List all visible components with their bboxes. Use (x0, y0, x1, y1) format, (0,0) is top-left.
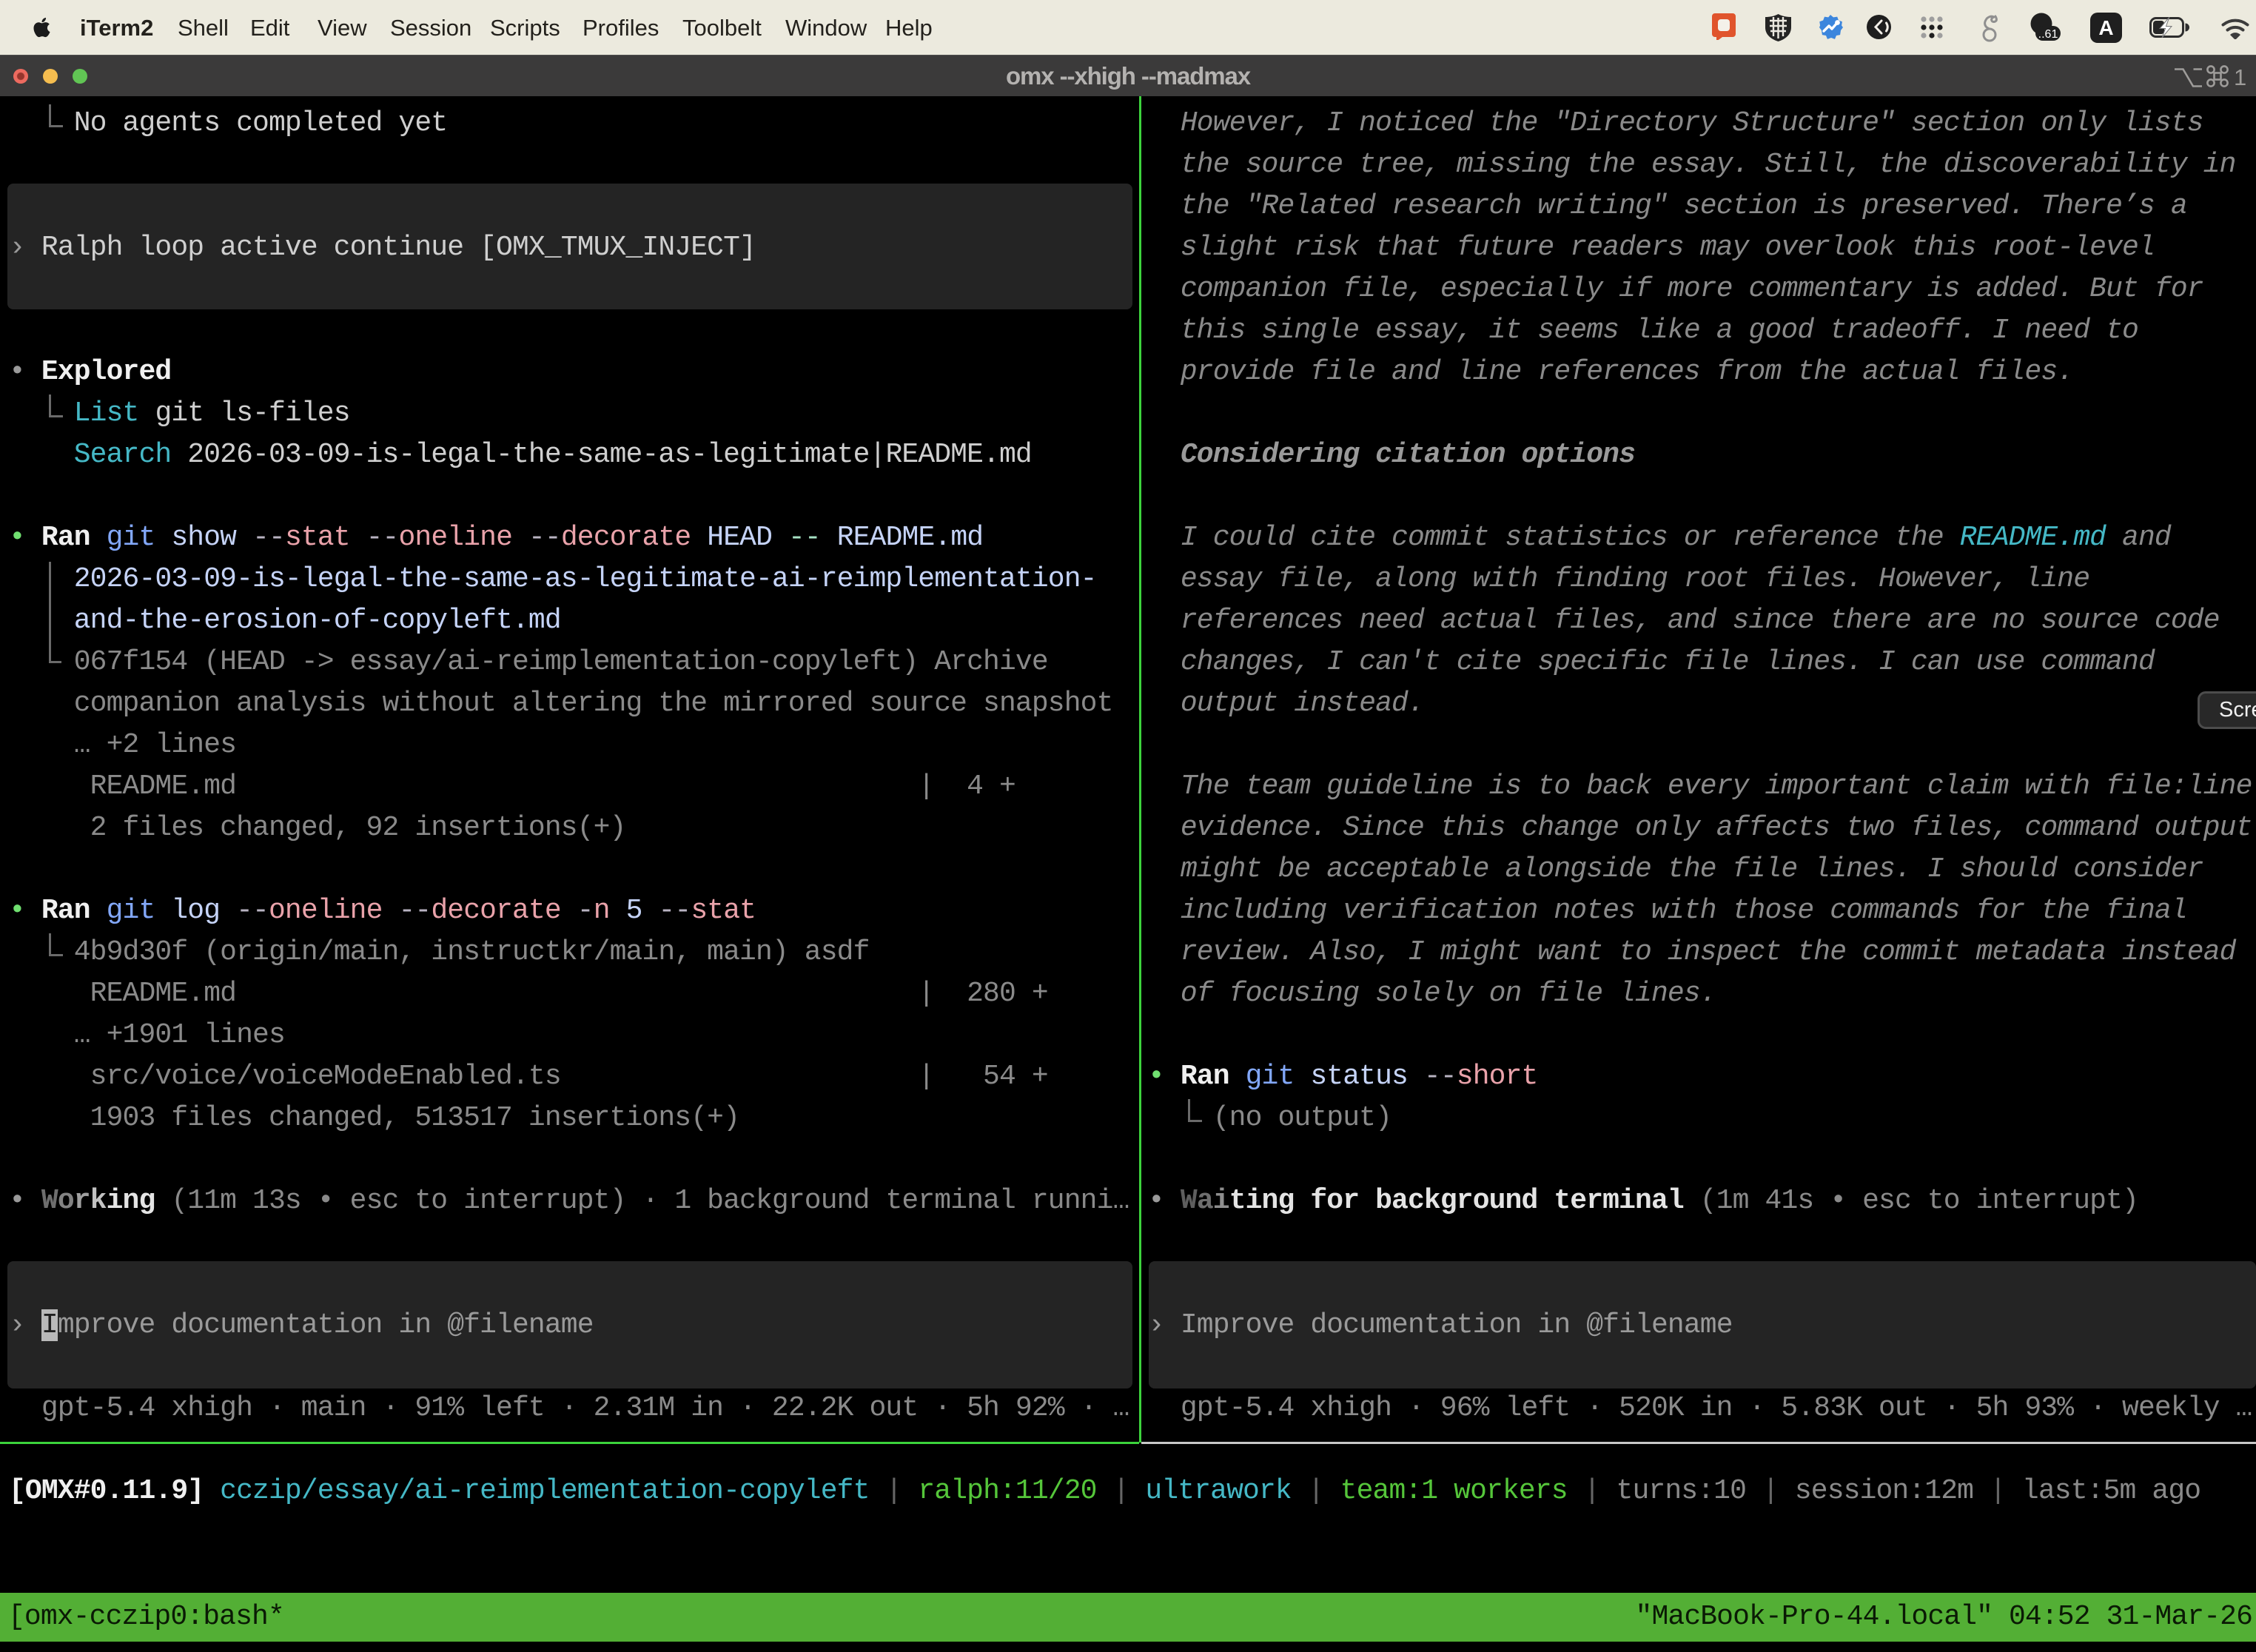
svg-text:..61: ..61 (2038, 28, 2058, 41)
svg-text:1: 1 (2234, 65, 2246, 90)
